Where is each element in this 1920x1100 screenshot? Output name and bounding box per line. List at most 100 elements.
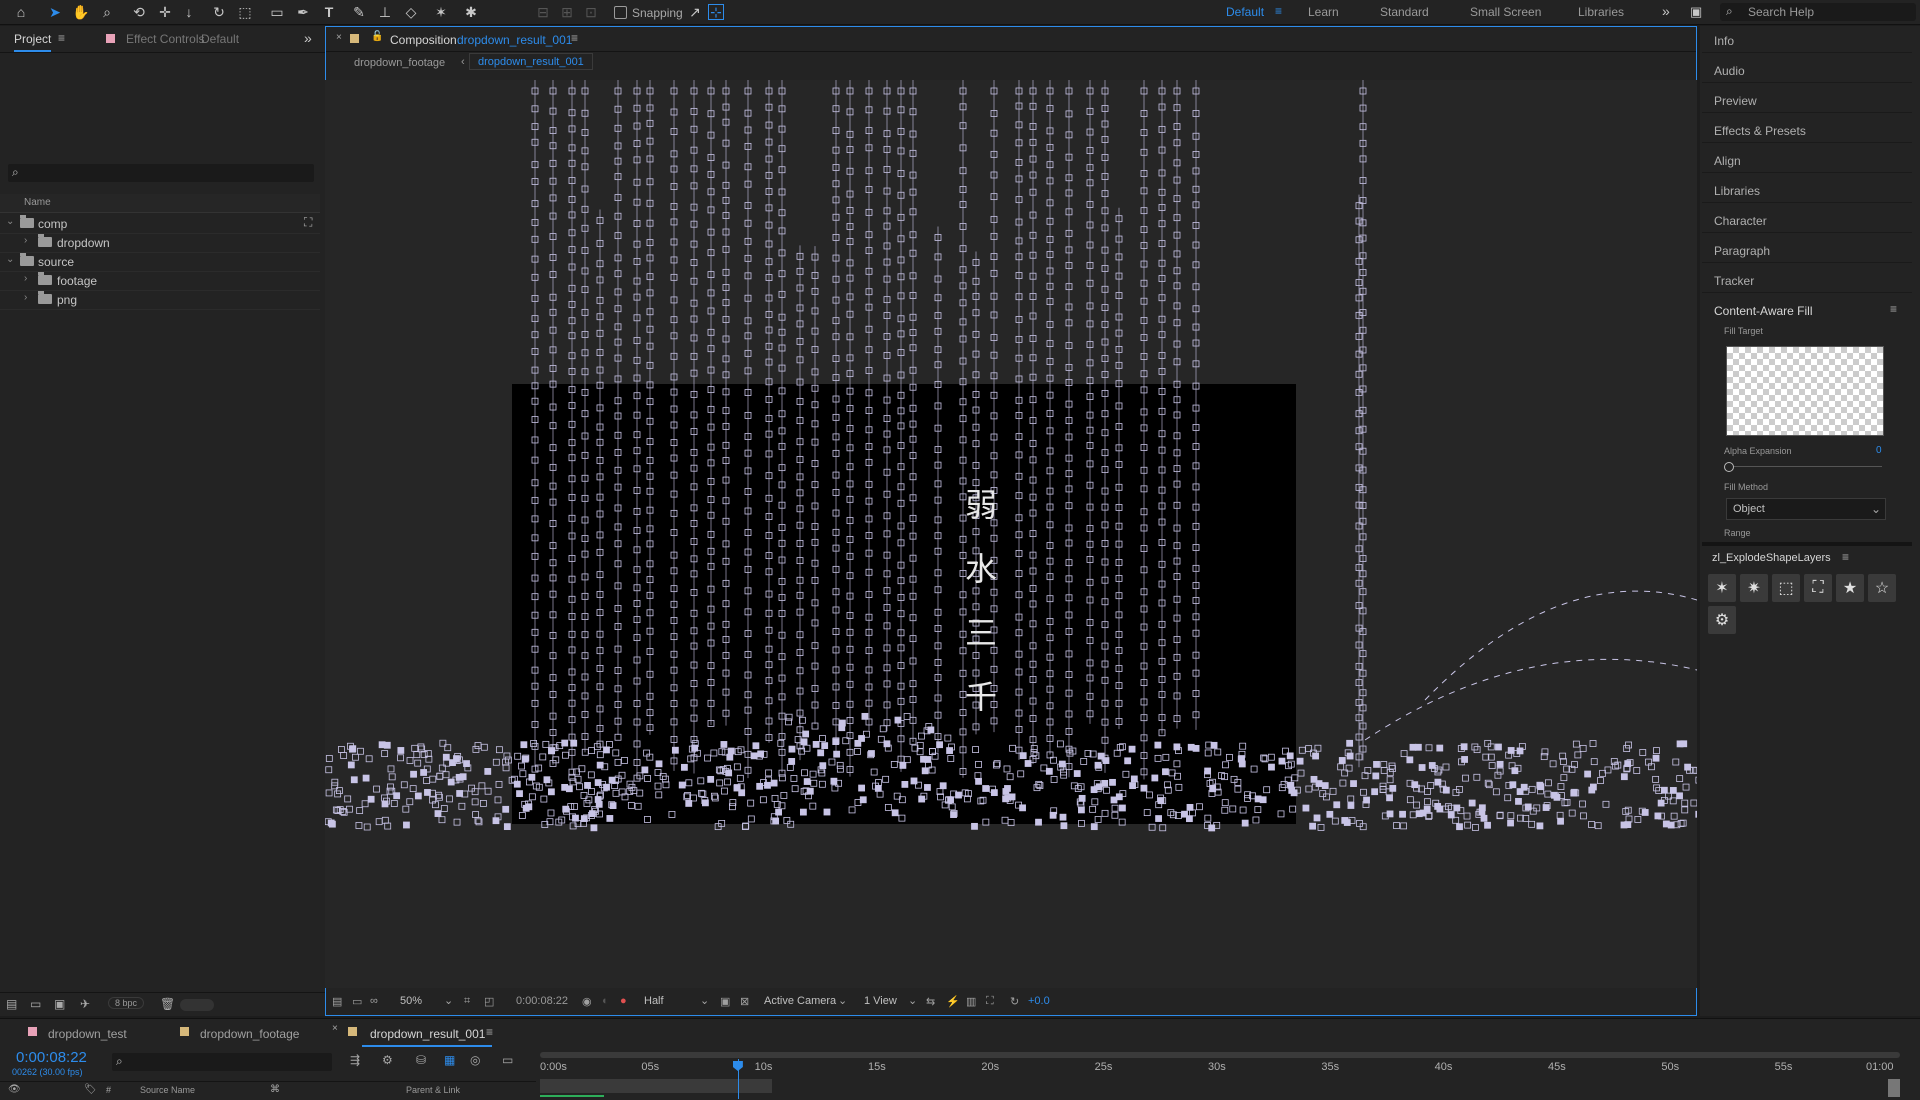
fill-method-dropdown[interactable]: Object ⌄ xyxy=(1726,498,1886,520)
project-menu-icon[interactable]: ≡ xyxy=(58,31,65,45)
panel-item-effects-presets[interactable]: Effects & Presets xyxy=(1714,124,1806,138)
shy-layers-icon[interactable]: ⛁ xyxy=(416,1053,426,1067)
comp-tab-name[interactable]: dropdown_result_001 xyxy=(457,33,572,47)
align-right-icon[interactable]: ⊡ xyxy=(580,2,602,22)
reset-exposure-icon[interactable]: ↻ xyxy=(1010,995,1019,1008)
rectangle-tool-icon[interactable]: ▭ xyxy=(266,2,288,22)
parent-link-column[interactable]: Parent & Link xyxy=(406,1085,460,1095)
panel-overflow-icon[interactable]: » xyxy=(304,30,312,46)
explode-all-icon[interactable]: ✶ xyxy=(1708,574,1736,602)
explode-selected-icon[interactable]: ✷ xyxy=(1740,574,1768,602)
workspace-standard[interactable]: Standard xyxy=(1380,5,1429,19)
search-help-box[interactable]: ⌕ Search Help xyxy=(1720,3,1916,21)
zoom-tool-icon[interactable]: ⌕ xyxy=(96,2,118,22)
caf-title[interactable]: Content-Aware Fill xyxy=(1714,304,1812,318)
plugin-title[interactable]: zl_ExplodeShapeLayers xyxy=(1712,552,1831,564)
rotate-tool-icon[interactable]: ↻ xyxy=(208,2,230,22)
comp-menu-icon[interactable]: ≡ xyxy=(571,31,578,45)
motion-blur-icon[interactable]: ◎ xyxy=(470,1053,480,1067)
resolution-dropdown[interactable]: Half ⌄ xyxy=(640,993,712,1010)
channel-icon[interactable]: ● xyxy=(620,995,627,1007)
layer-switches-icon[interactable]: ⌘ xyxy=(270,1084,280,1095)
tab-effect-controls[interactable]: Effect Controls xyxy=(126,32,204,46)
camera-dropdown[interactable]: Active Camera ⌄ xyxy=(760,993,850,1010)
brush-tool-icon[interactable]: ✎ xyxy=(348,2,370,22)
selection-tool-icon[interactable]: ➤ xyxy=(44,2,66,22)
fast-previews-icon[interactable]: ⚡ xyxy=(946,995,960,1008)
new-folder-icon[interactable]: ▭ xyxy=(30,997,41,1011)
trash-icon[interactable]: 🗑 xyxy=(160,997,175,1011)
hand-tool-icon[interactable]: ✋ xyxy=(70,2,92,22)
snap-edges-icon[interactable]: ↗ xyxy=(684,2,706,22)
timeline-tab-active[interactable]: dropdown_result_001 xyxy=(370,1027,485,1041)
alpha-expansion-value[interactable]: 0 xyxy=(1876,445,1882,456)
pen-tool-icon[interactable]: ✒ xyxy=(292,2,314,22)
region-of-interest-icon[interactable]: ◰ xyxy=(484,995,494,1008)
workspace-overflow-icon[interactable]: » xyxy=(1662,3,1670,19)
search-help-input[interactable]: Search Help xyxy=(1748,5,1814,19)
monitor-icon[interactable]: ▭ xyxy=(352,995,362,1008)
new-composition-icon[interactable]: ▣ xyxy=(54,997,65,1011)
graph-editor-icon[interactable]: ▭ xyxy=(502,1053,513,1067)
render-queue-icon[interactable]: ✈ xyxy=(80,997,90,1011)
source-name-column[interactable]: Source Name xyxy=(140,1085,195,1095)
timeline-menu-icon[interactable]: ≡ xyxy=(486,1025,493,1039)
chevron-down-icon[interactable]: ⌄ xyxy=(6,216,14,227)
tree-row-comp[interactable]: ⌄ comp ⛶ xyxy=(0,214,320,234)
pan-behind-icon[interactable]: ⬚ xyxy=(234,2,256,22)
composition-viewer[interactable]: 弱 水 三 千 xyxy=(325,80,1697,988)
zoom-slider-handle[interactable] xyxy=(1888,1079,1900,1097)
tree-row-png[interactable]: › png xyxy=(0,290,320,310)
eraser-tool-icon[interactable]: ◇ xyxy=(400,2,422,22)
timeline-search-input[interactable]: ⌕ xyxy=(112,1053,332,1071)
work-area-bar[interactable] xyxy=(540,1052,1900,1058)
workspace-default[interactable]: Default xyxy=(1226,5,1264,19)
panel-item-tracker[interactable]: Tracker xyxy=(1714,274,1754,288)
caf-menu-icon[interactable]: ≡ xyxy=(1890,302,1897,316)
workspace-libraries[interactable]: Libraries xyxy=(1578,5,1624,19)
panel-item-character[interactable]: Character xyxy=(1714,214,1767,228)
mask-visibility-icon[interactable]: ⊠ xyxy=(740,995,749,1008)
panel-item-libraries[interactable]: Libraries xyxy=(1714,184,1760,198)
snapping-checkbox[interactable] xyxy=(614,6,627,19)
vr-glasses-icon[interactable]: ∞ xyxy=(370,995,378,1007)
workspace-menu-icon[interactable]: ≡ xyxy=(1275,4,1282,18)
timecode-display[interactable]: 0:00:08:22 xyxy=(516,995,568,1007)
flowchart-icon[interactable]: ⛶ xyxy=(986,995,994,1008)
breadcrumb-item[interactable]: dropdown_result_001 xyxy=(469,53,593,70)
star-outline-icon[interactable]: ☆ xyxy=(1868,574,1896,602)
label-icon[interactable]: 🏷 xyxy=(84,1084,97,1095)
slider-handle[interactable] xyxy=(1724,462,1734,472)
comp-mini-flowchart-icon[interactable]: ⇶ xyxy=(350,1053,360,1067)
workspace-small-screen[interactable]: Small Screen xyxy=(1470,5,1541,19)
type-tool-icon[interactable]: T xyxy=(318,2,340,22)
panel-item-info[interactable]: Info xyxy=(1714,34,1734,48)
thumbnail-slider[interactable] xyxy=(180,999,214,1011)
chevron-right-icon[interactable]: › xyxy=(24,273,27,284)
snap-features-icon[interactable]: ⊹ xyxy=(708,4,724,20)
current-time[interactable]: 0:00:08:22 xyxy=(16,1049,87,1066)
show-snapshot-icon[interactable]: ◐ xyxy=(602,995,609,1007)
timeline-icon[interactable]: ▥ xyxy=(966,995,976,1008)
flowchart-icon[interactable]: ⛶ xyxy=(304,215,312,230)
breadcrumb-item[interactable]: dropdown_footage xyxy=(354,57,445,69)
timeline-tab[interactable]: dropdown_footage xyxy=(200,1027,299,1041)
panel-item-audio[interactable]: Audio xyxy=(1714,64,1745,78)
project-search-input[interactable]: ⌕ xyxy=(8,164,314,182)
tab-project[interactable]: Project xyxy=(14,32,52,52)
panel-toggle-icon[interactable]: ▣ xyxy=(1690,4,1702,20)
av-switches-icon[interactable]: 👁 xyxy=(8,1084,21,1095)
comp-tab-prefix[interactable]: Composition xyxy=(390,33,457,47)
align-center-icon[interactable]: ⊞ xyxy=(556,2,578,22)
snapshot-icon[interactable]: ◉ xyxy=(582,995,592,1008)
lock-icon[interactable]: 🔓 xyxy=(371,31,383,42)
time-ruler[interactable]: 0:00s 05s 10s 15s 20s 25s 30s 35s 40s 45s 50s 55s 01… xyxy=(540,1059,1900,1079)
toggle-pixel-aspect-icon[interactable]: ⇆ xyxy=(926,995,935,1008)
always-preview-icon[interactable]: ▤ xyxy=(332,995,342,1008)
fit-icon[interactable]: ⌗ xyxy=(464,995,470,1008)
panel-item-align[interactable]: Align xyxy=(1714,154,1741,168)
dolly-camera-icon[interactable]: ↓ xyxy=(178,2,200,22)
transparency-grid-icon[interactable]: ▣ xyxy=(720,995,730,1008)
draft-3d-icon[interactable]: ⚙ xyxy=(382,1053,393,1067)
interpret-footage-icon[interactable]: ▤ xyxy=(6,997,17,1011)
